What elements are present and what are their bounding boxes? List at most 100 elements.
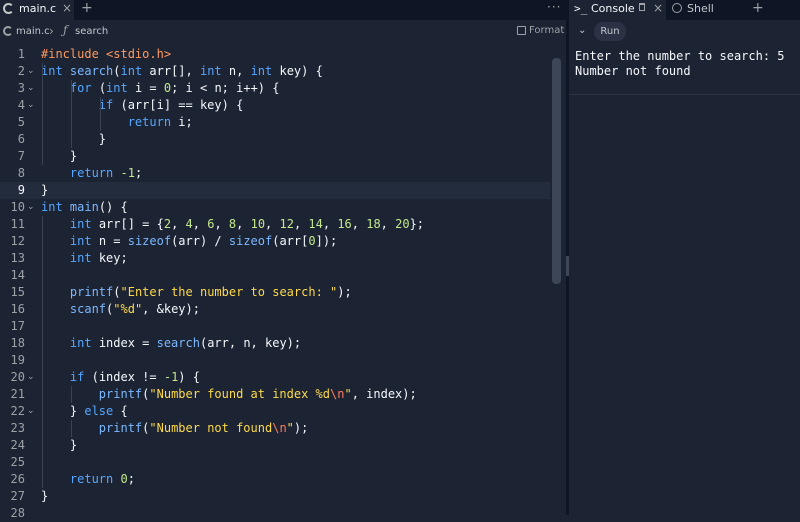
function-icon: ƒ: [63, 23, 68, 37]
line-number: 1: [17, 47, 25, 61]
code-line[interactable]: 22 ⌄ } else {: [0, 403, 550, 420]
line-number: 3: [17, 81, 25, 95]
c-file-icon: [3, 26, 13, 36]
fold-chevron-icon[interactable]: ⌄: [27, 403, 35, 420]
tab-main-c[interactable]: main.c ×: [0, 0, 74, 20]
trash-icon[interactable]: [639, 3, 645, 11]
shell-tab-label: Shell: [687, 2, 714, 15]
code-text: if (index != -1) {: [69, 370, 200, 384]
code-line[interactable]: 5 return i;: [0, 114, 550, 131]
format-icon[interactable]: [517, 26, 526, 35]
code-line[interactable]: 19: [0, 352, 550, 369]
fold-chevron-icon[interactable]: ⌄: [27, 63, 35, 80]
line-number: 23: [10, 421, 25, 435]
indent-guide: [70, 386, 72, 403]
console-output[interactable]: Enter the number to search: 5 Number not…: [569, 46, 800, 95]
code-line[interactable]: 21 printf("Number found at index %d\n", …: [0, 386, 550, 403]
run-toolbar: ⌄ Run: [569, 20, 800, 44]
line-number: 14: [10, 268, 25, 282]
code-line[interactable]: 6 }: [0, 131, 550, 148]
tab-console[interactable]: >_ Console ×: [569, 0, 666, 20]
code-line[interactable]: 14: [0, 267, 550, 284]
code-text: return -1;: [69, 166, 143, 180]
code-line[interactable]: 1 #include <stdio.h>: [0, 46, 550, 63]
code-text: printf("Enter the number to search: ");: [69, 285, 352, 299]
code-line[interactable]: 7 }: [0, 148, 550, 165]
code-line[interactable]: 25: [0, 454, 550, 471]
terminal-prompt-icon: >_: [574, 2, 588, 15]
code-line[interactable]: 11 int arr[] = {2, 4, 6, 8, 10, 12, 14, …: [0, 216, 550, 233]
line-number: 7: [17, 149, 25, 163]
line-number: 25: [10, 455, 25, 469]
code-text: return 0;: [69, 472, 135, 486]
code-text: for (int i = 0; i < n; i++) {: [69, 81, 280, 95]
code-editor[interactable]: 1 #include <stdio.h> 2 ⌄ int search(int arr[…: [0, 46, 566, 520]
line-number: 26: [10, 472, 25, 486]
code-line[interactable]: 24 }: [0, 437, 550, 454]
code-line[interactable]: 3 ⌄ for (int i = 0; i < n; i++) {: [0, 80, 550, 97]
breadcrumb: main.c › ƒ search Format: [0, 20, 566, 44]
run-button[interactable]: Run: [594, 22, 626, 41]
fold-chevron-icon[interactable]: ⌄: [27, 97, 35, 114]
code-line[interactable]: 12 int n = sizeof(arr) / sizeof(arr[0]);: [0, 233, 550, 250]
replit-workspace: main.c × + ··· main.c › ƒ search Format …: [0, 0, 800, 520]
more-options-icon[interactable]: ···: [547, 0, 561, 14]
breadcrumb-file[interactable]: main.c: [16, 26, 50, 37]
format-button[interactable]: Format: [529, 25, 564, 36]
code-text: printf("Number found at index %d\n", ind…: [98, 387, 417, 401]
tab-filename: main.c: [19, 2, 57, 15]
code-line[interactable]: 20 ⌄ if (index != -1) {: [0, 369, 550, 386]
code-text: }: [41, 132, 107, 146]
close-console-icon[interactable]: ×: [653, 1, 663, 15]
code-text: }: [41, 489, 49, 503]
shell-icon: [672, 3, 682, 13]
code-line[interactable]: 13 int key;: [0, 250, 550, 267]
code-text: int n = sizeof(arr) / sizeof(arr[0]);: [69, 234, 338, 248]
code-line[interactable]: 17: [0, 318, 550, 335]
line-number: 21: [10, 387, 25, 401]
line-number: 15: [10, 285, 25, 299]
chevron-down-icon[interactable]: ⌄: [578, 25, 586, 36]
fold-chevron-icon[interactable]: ⌄: [27, 369, 35, 386]
indent-guide: [42, 216, 43, 488]
add-tab-button[interactable]: +: [81, 0, 93, 16]
code-line[interactable]: 23 printf("Number not found\n");: [0, 420, 550, 437]
indent-guide: [99, 97, 101, 131]
breadcrumb-symbol[interactable]: search: [75, 26, 108, 37]
code-line[interactable]: 28: [0, 505, 550, 522]
console-output-line: Enter the number to search: 5: [575, 49, 785, 63]
code-line[interactable]: 8 return -1;: [0, 165, 550, 182]
line-number: 4: [17, 98, 25, 112]
code-line[interactable]: 2 ⌄ int search(int arr[], int n, int key) …: [0, 63, 550, 80]
code-line[interactable]: 27}: [0, 488, 550, 505]
code-line[interactable]: 15 printf("Enter the number to search: "…: [0, 284, 550, 301]
code-text: int main() {: [41, 200, 128, 214]
fold-chevron-icon[interactable]: ⌄: [27, 80, 35, 97]
editor-pane: main.c × + ··· main.c › ƒ search Format …: [0, 0, 566, 520]
fold-chevron-icon[interactable]: ⌄: [27, 199, 35, 216]
code-text: } else {: [41, 404, 128, 418]
tab-shell[interactable]: Shell: [666, 0, 742, 20]
code-line[interactable]: 26 return 0;: [0, 471, 550, 488]
code-text: #include <stdio.h>: [41, 47, 172, 61]
indent-guide: [70, 420, 72, 437]
code-text: }: [41, 149, 78, 163]
line-number: 8: [17, 166, 25, 180]
line-number: 20: [10, 370, 25, 384]
editor-tab-bar: main.c × + ···: [0, 0, 566, 20]
add-console-tab-button[interactable]: +: [752, 0, 764, 16]
code-line[interactable]: 9}: [0, 182, 550, 199]
close-tab-icon[interactable]: ×: [62, 1, 72, 15]
code-text: scanf("%d", &key);: [69, 302, 200, 316]
code-line[interactable]: 18 int index = search(arr, n, key);: [0, 335, 550, 352]
code-line[interactable]: 4 ⌄ if (arr[i] == key) {: [0, 97, 550, 114]
console-tab-label: Console: [591, 2, 635, 15]
code-text: }: [41, 183, 49, 197]
line-number: 6: [17, 132, 25, 146]
console-pane: >_ Console × Shell + ⌄ Run Enter the num…: [569, 0, 800, 515]
code-line[interactable]: 16 scanf("%d", &key);: [0, 301, 550, 318]
line-number: 17: [10, 319, 25, 333]
line-number: 19: [10, 353, 25, 367]
editor-scrollbar[interactable]: [552, 58, 561, 284]
code-line[interactable]: 10 ⌄ int main() {: [0, 199, 550, 216]
